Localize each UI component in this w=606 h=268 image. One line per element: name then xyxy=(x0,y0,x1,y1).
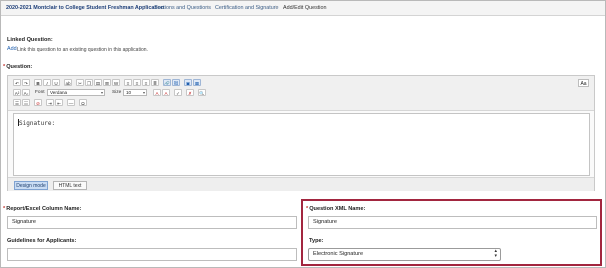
editor-toolbar: ↶ ↷ B I U ab ✂ ❐ ▤ ▥ W ≡ ≡ ≡ ≣ 🔗 ⛓ ▣ ▦ A… xyxy=(8,76,594,111)
indent-icon[interactable]: ⇥ xyxy=(46,99,54,106)
breadcrumb-sections-and-questions[interactable]: Sections and Questions xyxy=(154,1,211,15)
breadcrumb-separator-icon: › xyxy=(207,4,210,11)
type-selected-value: Electronic Signature xyxy=(313,251,364,257)
chevron-down-icon: ▾ xyxy=(142,90,145,95)
clear-format-icon[interactable]: ✗ xyxy=(186,89,194,96)
superscript-icon[interactable]: A² xyxy=(13,89,21,96)
underline-icon[interactable]: U xyxy=(52,79,60,86)
find-icon[interactable]: 🔍 xyxy=(198,89,206,96)
xml-name-input[interactable]: Signature xyxy=(308,216,597,229)
undo-icon[interactable]: ↶ xyxy=(13,79,21,86)
unlink-icon[interactable]: ⛓ xyxy=(172,79,180,86)
question-content: Signature: xyxy=(18,119,55,127)
breadcrumb-certification-and-signature[interactable]: Certification and Signature xyxy=(215,1,279,15)
paste-icon[interactable]: ▤ xyxy=(94,79,102,86)
chevron-down-icon: ▾ xyxy=(100,90,103,95)
horizontal-rule-icon[interactable]: ― xyxy=(67,99,75,106)
type-select[interactable]: Electronic Signature ▴ ▾ xyxy=(308,248,501,261)
html-text-tab[interactable]: HTML text xyxy=(53,181,87,190)
redo-icon[interactable]: ↷ xyxy=(22,79,30,86)
type-label: Type: xyxy=(309,238,324,244)
font-value: Verdana xyxy=(50,90,68,95)
required-mark: * xyxy=(3,206,6,212)
paste-text-icon[interactable]: ▥ xyxy=(103,79,111,86)
rich-text-editor: ↶ ↷ B I U ab ✂ ❐ ▤ ▥ W ≡ ≡ ≡ ≣ 🔗 ⛓ ▣ ▦ A… xyxy=(7,75,595,191)
align-right-icon[interactable]: ≡ xyxy=(142,79,150,86)
spellcheck-icon[interactable]: ✓ xyxy=(174,89,182,96)
align-center-icon[interactable]: ≡ xyxy=(133,79,141,86)
breadcrumb-add-edit-question: Add/Edit Question xyxy=(283,5,327,11)
font-select[interactable]: Verdana ▾ xyxy=(47,89,105,96)
copy-icon[interactable]: ❐ xyxy=(85,79,93,86)
remove-format-icon[interactable]: ⊘ xyxy=(34,99,42,106)
report-column-label-text: Report/Excel Column Name: xyxy=(6,206,82,212)
xml-name-label: *Question XML Name: xyxy=(306,206,365,212)
guidelines-input[interactable] xyxy=(7,248,297,261)
question-label: *Question: xyxy=(3,64,32,70)
breadcrumb-application[interactable]: 2020-2021 Montclair to College Student F… xyxy=(6,1,164,15)
breadcrumb: 2020-2021 Montclair to College Student F… xyxy=(1,1,605,16)
ordered-list-icon[interactable]: ☰ xyxy=(13,99,21,106)
question-text-area[interactable]: Signature: xyxy=(13,113,590,176)
size-value: 10 xyxy=(126,90,132,95)
paste-word-icon[interactable]: W xyxy=(112,79,120,86)
align-left-icon[interactable]: ≡ xyxy=(124,79,132,86)
design-mode-tab[interactable]: Design mode xyxy=(14,181,48,190)
report-column-label: *Report/Excel Column Name: xyxy=(3,206,81,212)
align-justify-icon[interactable]: ≣ xyxy=(151,79,159,86)
outdent-icon[interactable]: ⇤ xyxy=(55,99,63,106)
required-mark: * xyxy=(306,206,309,212)
insert-link-icon[interactable]: 🔗 xyxy=(163,79,171,86)
question-label-text: Question: xyxy=(6,64,33,70)
size-label: Size xyxy=(112,90,122,95)
special-character-icon[interactable]: Ω xyxy=(79,99,87,106)
breadcrumb-separator-icon: › xyxy=(275,4,278,11)
highlight-color-icon[interactable]: A xyxy=(162,89,170,96)
italic-icon[interactable]: I xyxy=(43,79,51,86)
linked-question-label: Linked Question: xyxy=(7,37,53,43)
question-content-text: Signature: xyxy=(19,120,56,127)
insert-image-icon[interactable]: ▣ xyxy=(184,79,192,86)
format-icon[interactable]: ab xyxy=(64,79,72,86)
toggle-format-button[interactable]: Aa xyxy=(578,79,589,87)
breadcrumb-separator-icon: › xyxy=(144,4,147,11)
required-mark: * xyxy=(3,64,6,70)
xml-name-label-text: Question XML Name: xyxy=(309,206,366,212)
linked-question-help: Link this question to an existing questi… xyxy=(17,46,148,53)
cut-icon[interactable]: ✂ xyxy=(76,79,84,86)
subscript-icon[interactable]: A₂ xyxy=(22,89,30,96)
add-linked-question-link[interactable]: Add xyxy=(7,46,17,52)
editor-mode-bar: Design mode HTML text xyxy=(8,177,594,191)
insert-table-icon[interactable]: ▦ xyxy=(193,79,201,86)
size-select[interactable]: 10 ▾ xyxy=(123,89,147,96)
bold-icon[interactable]: B xyxy=(34,79,42,86)
select-arrows-icon: ▴ ▾ xyxy=(494,248,497,259)
font-label: Font xyxy=(35,90,45,95)
report-column-input[interactable]: Signature xyxy=(7,216,297,229)
text-color-icon[interactable]: A xyxy=(153,89,161,96)
guidelines-label: Guidelines for Applicants: xyxy=(7,238,77,244)
unordered-list-icon[interactable]: ☷ xyxy=(22,99,30,106)
